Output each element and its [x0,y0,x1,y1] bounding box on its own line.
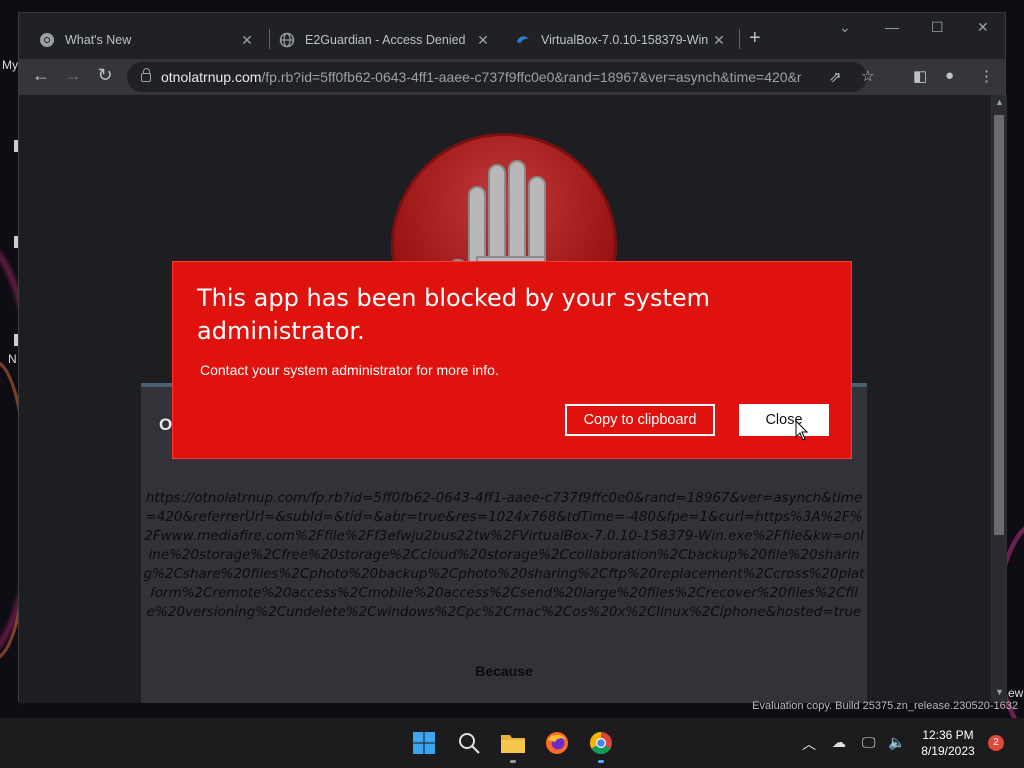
tab-e2guardian[interactable]: E2Guardian - Access Denied ✕ [267,21,503,59]
blocked-url-text: https://otnolatrnup.com/fp.rb?id=5ff0fb6… [143,490,865,620]
tab-virtualbox[interactable]: VirtualBox-7.0.10-158379-Win ✕ [503,21,739,59]
search-icon[interactable] [455,729,483,757]
minimize-icon[interactable]: — [885,19,899,35]
mediafire-icon [515,32,531,48]
dialog-title: This app has been blocked by your system… [197,284,711,345]
tab-search-chevron-icon[interactable]: ⌄ [839,19,851,36]
show-hidden-icons-chevron-icon[interactable]: ︿ [802,734,816,754]
mouse-cursor-icon [795,420,809,441]
tab-title: VirtualBox-7.0.10-158379-Win [541,33,709,47]
close-window-icon[interactable]: ✕ [977,19,989,36]
maximize-icon[interactable]: ☐ [931,19,944,36]
clock-time: 12:36 PM [922,728,974,742]
side-panel-icon[interactable]: ◧ [913,67,927,85]
running-indicator [598,760,604,763]
address-bar[interactable]: otnolatrnup.com /fp.rb?id=5ff0fb62-0643-… [127,62,874,92]
taskbar: ︿ ☁ 🖵 🔈 12:36 PM 8/19/2023 2 [0,718,1024,768]
desktop-icon-label[interactable]: My [2,58,18,72]
scroll-down-arrow-icon[interactable]: ▼ [995,687,1004,697]
evaluation-watermark: Evaluation copy. Build 25375.zn_release.… [752,700,1018,712]
running-indicator [510,760,516,763]
globe-icon [279,32,295,48]
tab-strip: What's New ✕ E2Guardian - Access Denied … [19,13,1005,59]
onedrive-offline-icon[interactable]: ☁ [832,734,846,751]
chrome-icon [39,32,55,48]
forward-arrow-icon[interactable]: → [61,65,85,86]
url-path: /fp.rb?id=5ff0fb62-0643-4ff1-aaee-c737f9… [261,69,802,85]
scroll-thumb[interactable] [994,115,1004,535]
panel-heading: O [159,415,173,434]
bookmark-star-icon[interactable]: ☆ [861,67,874,85]
tab-title: What's New [65,33,132,47]
close-tab-icon[interactable]: ✕ [239,32,255,49]
app-blocked-dialog: This app has been blocked by your system… [172,261,852,459]
clock-date: 8/19/2023 [921,744,975,758]
url-host: otnolatrnup.com [161,69,262,85]
new-tab-button[interactable]: + [749,27,761,50]
tab-title: E2Guardian - Access Denied [305,33,466,47]
windows-start-icon[interactable] [410,729,438,757]
desktop-icon-label[interactable]: N [8,352,17,366]
firefox-icon[interactable] [543,729,571,757]
chrome-icon[interactable] [587,729,615,763]
back-arrow-icon[interactable]: ← [29,65,53,86]
dialog-message: Contact your system administrator for mo… [200,362,499,378]
close-button[interactable]: Close [739,404,829,436]
because-label: Because [475,663,533,679]
menu-kebab-icon[interactable]: ⋮ [979,67,994,85]
desktop-icon-label[interactable]: ew [1008,686,1023,700]
network-icon[interactable]: 🖵 [862,734,876,751]
scroll-up-arrow-icon[interactable]: ▲ [995,97,1004,107]
close-tab-icon[interactable]: ✕ [711,32,727,49]
volume-icon[interactable]: 🔈 [888,734,905,751]
copy-to-clipboard-button[interactable]: Copy to clipboard [565,404,715,436]
profile-icon[interactable]: ● [945,67,954,84]
file-explorer-icon[interactable] [499,729,527,763]
tab-whats-new[interactable]: What's New ✕ [27,21,267,59]
reload-icon[interactable]: ↻ [93,65,117,86]
tab-divider [739,29,740,49]
lock-icon[interactable] [141,67,151,82]
close-tab-icon[interactable]: ✕ [475,32,491,49]
system-clock[interactable]: 12:36 PM 8/19/2023 [916,727,980,759]
notification-badge[interactable]: 2 [988,735,1004,751]
page-scrollbar[interactable]: ▲ ▼ [991,95,1007,703]
share-icon[interactable]: ⇗ [829,68,842,86]
browser-toolbar: ← → ↻ otnolatrnup.com /fp.rb?id=5ff0fb62… [19,59,1005,95]
